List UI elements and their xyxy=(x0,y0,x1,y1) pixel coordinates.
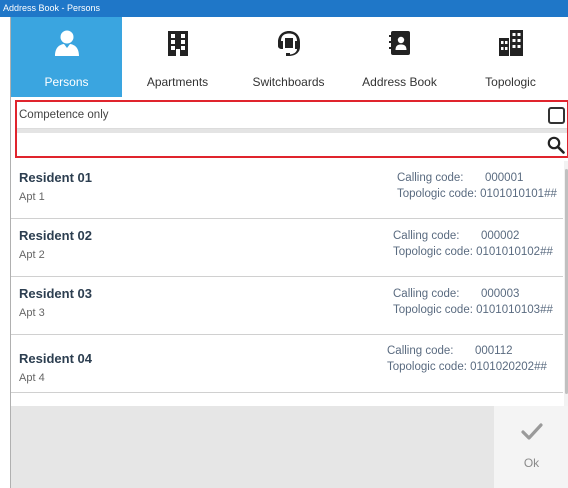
address-book-window: Persons Apartments Switchboards Address … xyxy=(10,17,568,488)
resident-codes: Calling code: 000003 Topologic code: 0101… xyxy=(393,286,553,318)
topologic-code-label: Topologic code: xyxy=(397,188,477,200)
calling-code-value: 000112 xyxy=(475,345,513,357)
topologic-code-value: 0101010101## xyxy=(480,188,557,200)
search-row xyxy=(17,133,567,156)
resident-codes: Calling code: 000001 Topologic code: 0101… xyxy=(397,170,557,202)
list-scrollbar[interactable] xyxy=(564,161,568,406)
calling-code-label: Calling code: xyxy=(393,230,460,242)
list-item[interactable]: Resident 04 Apt 4 Calling code: 000112 To… xyxy=(11,335,563,393)
list-item[interactable]: Resident 01 Apt 1 Calling code: 000001 To… xyxy=(11,161,563,219)
topologic-code-value: 0101010103## xyxy=(476,304,553,316)
resident-apartment: Apt 4 xyxy=(19,372,45,384)
calling-code-value: 000002 xyxy=(481,230,520,242)
resident-codes: Calling code: 000112 Topologic code: 0101… xyxy=(387,343,547,375)
residents-list[interactable]: Resident 01 Apt 1 Calling code: 000001 To… xyxy=(11,161,568,406)
tab-apartments[interactable]: Apartments xyxy=(122,17,233,97)
calling-code-value: 000001 xyxy=(485,172,524,184)
footer-bar: Ok xyxy=(11,406,568,488)
search-input[interactable] xyxy=(19,135,539,153)
tab-label: Topologic xyxy=(485,75,536,89)
contacts-book-icon xyxy=(386,29,414,57)
topologic-code-value: 0101020202## xyxy=(470,361,547,373)
search-icon[interactable] xyxy=(547,136,565,154)
headset-icon xyxy=(275,29,303,57)
resident-name: Resident 01 xyxy=(19,170,92,185)
tab-label: Address Book xyxy=(362,75,437,89)
list-item[interactable]: Resident 02 Apt 2 Calling code: 000002 To… xyxy=(11,219,563,277)
competence-label: Competence only xyxy=(19,109,109,121)
checkmark-icon xyxy=(520,420,543,442)
building-icon xyxy=(164,29,192,57)
tab-switchboards[interactable]: Switchboards xyxy=(233,17,344,97)
calling-code-label: Calling code: xyxy=(397,172,464,184)
ok-button[interactable]: Ok xyxy=(494,406,568,488)
buildings-icon xyxy=(497,29,525,57)
calling-code-label: Calling code: xyxy=(387,345,454,357)
ok-label: Ok xyxy=(523,456,540,470)
resident-name: Resident 04 xyxy=(19,351,92,366)
tab-label: Switchboards xyxy=(252,75,325,89)
calling-code-label: Calling code: xyxy=(393,288,460,300)
topologic-code-label: Topologic code: xyxy=(393,304,473,316)
topologic-code-label: Topologic code: xyxy=(393,246,473,258)
window-title: Address Book - Persons xyxy=(3,3,101,13)
competence-row[interactable]: Competence only xyxy=(17,102,567,129)
resident-apartment: Apt 1 xyxy=(19,191,45,203)
calling-code-value: 000003 xyxy=(481,288,520,300)
person-icon xyxy=(53,29,81,57)
tab-bar: Persons Apartments Switchboards Address … xyxy=(11,17,568,97)
window-titlebar: Address Book - Persons xyxy=(0,0,568,17)
resident-name: Resident 02 xyxy=(19,228,92,243)
tab-topologic[interactable]: Topologic xyxy=(455,17,566,97)
topologic-code-value: 0101010102## xyxy=(476,246,553,258)
filter-panel: Competence only xyxy=(15,100,568,158)
list-item[interactable]: Resident 03 Apt 3 Calling code: 000003 To… xyxy=(11,277,563,335)
resident-apartment: Apt 3 xyxy=(19,307,45,319)
tab-label: Persons xyxy=(44,75,89,89)
tab-label: Apartments xyxy=(146,75,209,89)
competence-checkbox[interactable] xyxy=(548,107,565,124)
resident-apartment: Apt 2 xyxy=(19,249,45,261)
topologic-code-label: Topologic code: xyxy=(387,361,467,373)
resident-codes: Calling code: 000002 Topologic code: 0101… xyxy=(393,228,553,260)
resident-name: Resident 03 xyxy=(19,286,92,301)
tab-address-book[interactable]: Address Book xyxy=(344,17,455,97)
tab-persons[interactable]: Persons xyxy=(11,17,122,97)
